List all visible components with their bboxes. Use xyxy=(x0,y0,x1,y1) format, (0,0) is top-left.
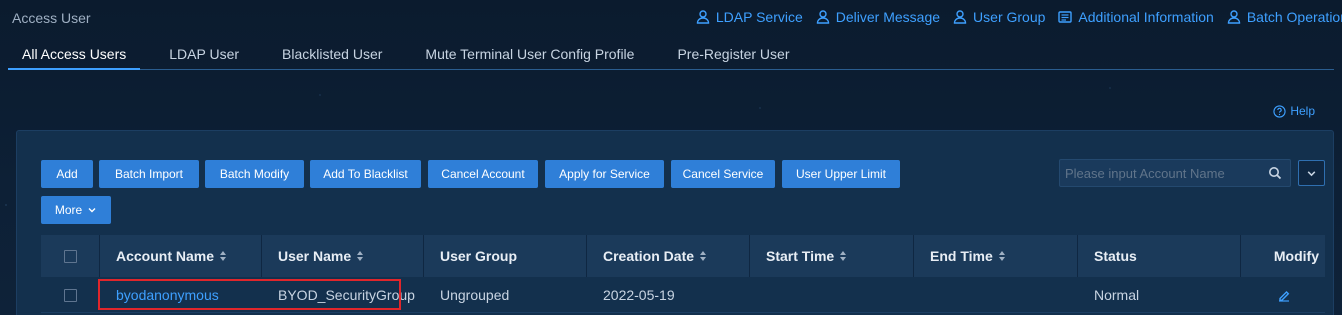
user-icon xyxy=(696,10,710,24)
cancel-account-button[interactable]: Cancel Account xyxy=(428,160,538,188)
sort-icon xyxy=(220,251,227,261)
status-cell: Normal xyxy=(1094,287,1140,303)
deliver-message-link[interactable]: Deliver Message xyxy=(815,9,940,25)
header-status-label: Status xyxy=(1094,248,1137,264)
add-to-blacklist-button[interactable]: Add To Blacklist xyxy=(310,160,421,188)
chevron-down-icon xyxy=(1307,170,1316,176)
account-name-cell: byodanonymous xyxy=(116,277,262,313)
user-icon xyxy=(953,10,967,24)
header-end-time[interactable]: End Time xyxy=(914,235,1078,277)
batch-modify-button[interactable]: Batch Modify xyxy=(205,160,304,188)
row-select-cell xyxy=(41,277,100,313)
header-user-name-label: User Name xyxy=(278,248,352,264)
table-header: Account Name User Name User Group Creati… xyxy=(41,235,1325,277)
header-status: Status xyxy=(1078,235,1241,277)
ldap-service-link[interactable]: LDAP Service xyxy=(695,9,803,25)
apply-for-service-button[interactable]: Apply for Service xyxy=(545,160,664,188)
expand-filter-button[interactable] xyxy=(1298,160,1325,186)
top-bar: Access User LDAP Service Deliver Message… xyxy=(0,0,1342,38)
sort-icon xyxy=(700,251,707,261)
modify-cell xyxy=(1277,277,1307,313)
batch-import-button[interactable]: Batch Import xyxy=(99,160,199,188)
users-table: Account Name User Name User Group Creati… xyxy=(41,235,1325,313)
help-link[interactable]: Help xyxy=(1273,104,1315,118)
sort-icon xyxy=(998,251,1005,261)
select-all-checkbox[interactable] xyxy=(63,249,77,263)
creation-date-cell: 2022-05-19 xyxy=(603,287,675,303)
account-name-link[interactable]: byodanonymous xyxy=(116,287,219,303)
header-account-name-label: Account Name xyxy=(116,248,215,264)
user-group-label: User Group xyxy=(973,9,1046,25)
header-select-all xyxy=(41,235,100,277)
user-icon xyxy=(816,10,829,24)
page-title: Access User xyxy=(12,10,91,26)
user-name-cell: BYOD_SecurityGroup xyxy=(278,287,415,303)
chevron-down-icon xyxy=(88,208,96,213)
search-box xyxy=(1059,159,1291,187)
tab-all-access-users[interactable]: All Access Users xyxy=(7,38,141,70)
header-creation-date-label: Creation Date xyxy=(603,248,695,264)
user-icon xyxy=(1227,10,1241,24)
add-button[interactable]: Add xyxy=(41,160,93,188)
header-modify-label: Modify xyxy=(1273,248,1319,264)
more-label: More xyxy=(54,203,83,217)
additional-information-label: Additional Information xyxy=(1078,9,1214,25)
users-panel: Add Batch Import Batch Modify Add To Bla… xyxy=(16,130,1334,315)
tab-mute-terminal-user-config-profile[interactable]: Mute Terminal User Config Profile xyxy=(425,38,634,69)
batch-operation-label: Batch Operation xyxy=(1246,9,1342,25)
start-time-cell xyxy=(766,277,914,313)
tab-blacklisted-user[interactable]: Blacklisted User xyxy=(282,38,382,69)
user-group-link[interactable]: User Group xyxy=(952,9,1045,25)
sort-icon xyxy=(357,251,364,261)
more-button[interactable]: More xyxy=(41,196,111,224)
table-row: byodanonymous BYOD_SecurityGroup Ungroup… xyxy=(41,277,1325,313)
header-start-time-label: Start Time xyxy=(766,248,835,264)
help-label: Help xyxy=(1290,104,1315,118)
tab-pre-register-user[interactable]: Pre-Register User xyxy=(677,38,789,69)
user-upper-limit-button[interactable]: User Upper Limit xyxy=(782,160,900,188)
search-input[interactable] xyxy=(1060,160,1260,186)
tab-bar: All Access Users LDAP User Blacklisted U… xyxy=(7,38,1334,70)
user-group-cell: Ungrouped xyxy=(440,287,510,303)
tab-ldap-user[interactable]: LDAP User xyxy=(169,38,239,69)
deliver-message-label: Deliver Message xyxy=(835,9,941,25)
header-creation-date[interactable]: Creation Date xyxy=(587,235,750,277)
top-actions: LDAP Service Deliver Message User Group … xyxy=(695,9,1342,25)
row-checkbox[interactable] xyxy=(64,288,77,302)
header-modify: Modify xyxy=(1241,235,1325,277)
header-end-time-label: End Time xyxy=(930,248,993,264)
header-account-name[interactable]: Account Name xyxy=(100,235,262,277)
help-circle-icon xyxy=(1273,104,1286,118)
header-start-time[interactable]: Start Time xyxy=(750,235,914,277)
sort-icon xyxy=(840,251,847,261)
batch-operation-link[interactable]: Batch Operation xyxy=(1226,9,1342,25)
cancel-service-button[interactable]: Cancel Service xyxy=(671,160,775,188)
search-icon[interactable] xyxy=(1268,166,1282,180)
ldap-service-label: LDAP Service xyxy=(715,9,803,25)
additional-information-link[interactable]: Additional Information xyxy=(1057,9,1214,25)
header-user-group: User Group xyxy=(424,235,587,277)
edit-pencil-icon[interactable] xyxy=(1277,288,1291,302)
header-user-name[interactable]: User Name xyxy=(262,235,424,277)
header-user-group-label: User Group xyxy=(440,248,518,264)
end-time-cell xyxy=(930,277,1078,313)
list-icon xyxy=(1058,11,1073,23)
